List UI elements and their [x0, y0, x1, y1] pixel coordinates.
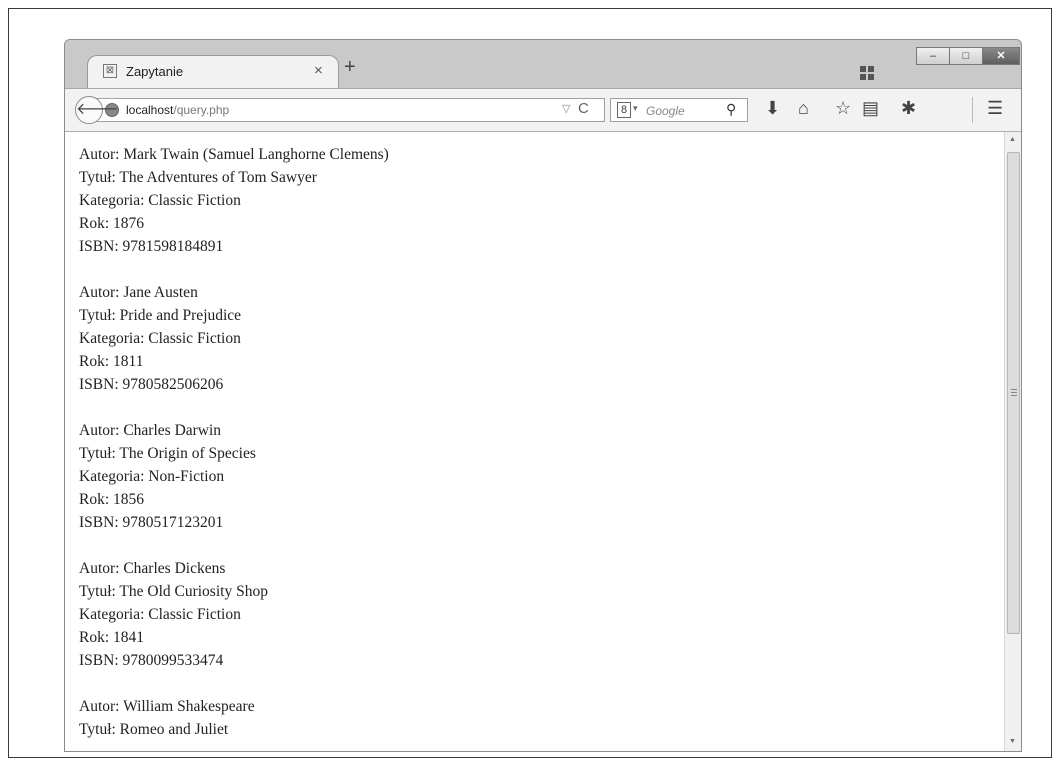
home-icon[interactable]: ⌂	[798, 98, 809, 119]
window-controls: ‒ □ ✕	[916, 47, 1020, 65]
minimize-button[interactable]: ‒	[916, 47, 950, 65]
scrollbar-thumb[interactable]	[1007, 152, 1020, 634]
book-isbn: ISBN: 9780582506206	[79, 376, 224, 393]
book-category: Kategoria: Classic Fiction	[79, 606, 241, 623]
search-icon[interactable]: ⚲	[726, 101, 736, 118]
google-icon[interactable]: 8	[617, 102, 631, 118]
download-icon[interactable]: ⬇	[765, 98, 780, 119]
book-author: Autor: Jane Austen	[79, 284, 198, 301]
menu-icon[interactable]: ☰	[987, 98, 1003, 119]
reload-icon[interactable]: C	[578, 100, 589, 117]
book-entry: Autor: Charles Darwin Tytuł: The Origin …	[79, 419, 389, 534]
tab-zapytanie[interactable]: ⊠ Zapytanie ×	[87, 55, 339, 89]
book-isbn: ISBN: 9781598184891	[79, 238, 224, 255]
book-category: Kategoria: Non-Fiction	[79, 468, 225, 485]
address-bar[interactable]: localhost/query.php ▽ C	[95, 98, 605, 122]
book-author: Autor: Mark Twain (Samuel Langhorne Clem…	[79, 146, 389, 163]
tab-strip: ⊠ Zapytanie × + ‒ □ ✕	[65, 40, 1021, 89]
maximize-button[interactable]: □	[949, 47, 983, 65]
book-author: Autor: William Shakespeare	[79, 698, 255, 715]
scroll-up-icon[interactable]: ▲	[1009, 136, 1016, 143]
book-category: Kategoria: Classic Fiction	[79, 330, 241, 347]
browser-window: ⊠ Zapytanie × + ‒ □ ✕ localhost/query.ph…	[64, 39, 1022, 752]
bookmark-star-icon[interactable]: ☆	[835, 98, 851, 119]
page-content: Autor: Mark Twain (Samuel Langhorne Clem…	[65, 132, 1004, 751]
url-host: localhost	[126, 103, 174, 117]
book-category: Kategoria: Classic Fiction	[79, 192, 241, 209]
book-entry: Autor: Jane Austen Tytuł: Pride and Prej…	[79, 281, 389, 396]
close-button[interactable]: ✕	[982, 47, 1020, 65]
engine-caret-icon[interactable]: ▾	[633, 103, 638, 114]
reading-list-icon[interactable]: ▤	[862, 98, 879, 119]
new-tab-button[interactable]: +	[344, 56, 356, 79]
vertical-scrollbar[interactable]: ▲ ▼	[1004, 132, 1021, 751]
book-entry: Autor: Mark Twain (Samuel Langhorne Clem…	[79, 143, 389, 258]
grip-icon	[1011, 389, 1017, 396]
tab-title: Zapytanie	[126, 64, 184, 79]
tab-groups-icon[interactable]	[860, 66, 874, 80]
url-history-dropdown-icon[interactable]: ▽	[562, 102, 570, 115]
book-title: Tytuł: Romeo and Juliet	[79, 721, 229, 738]
search-bar[interactable]: 8 ▾ ⚲	[610, 98, 748, 122]
book-author: Autor: Charles Darwin	[79, 422, 222, 439]
book-year: Rok: 1856	[79, 491, 145, 508]
book-title: Tytuł: The Old Curiosity Shop	[79, 583, 268, 600]
scroll-down-icon[interactable]: ▼	[1009, 738, 1016, 745]
url-text[interactable]: localhost/query.php	[126, 103, 229, 117]
book-isbn: ISBN: 9780517123201	[79, 514, 224, 531]
book-title: Tytuł: The Origin of Species	[79, 445, 256, 462]
back-arrow-icon[interactable]: 🡐	[75, 96, 119, 124]
page-frame: ⊠ Zapytanie × + ‒ □ ✕ localhost/query.ph…	[8, 8, 1052, 758]
search-input[interactable]	[644, 101, 724, 121]
tab-close-icon[interactable]: ×	[314, 62, 323, 79]
book-title: Tytuł: The Adventures of Tom Sawyer	[79, 169, 317, 186]
book-title: Tytuł: Pride and Prejudice	[79, 307, 242, 324]
book-entry: Autor: Charles Dickens Tytuł: The Old Cu…	[79, 557, 389, 672]
book-year: Rok: 1876	[79, 215, 145, 232]
book-year: Rok: 1811	[79, 353, 144, 370]
toolbar-separator	[972, 97, 973, 123]
book-entry: Autor: William Shakespeare Tytuł: Romeo …	[79, 695, 389, 741]
book-isbn: ISBN: 9780099533474	[79, 652, 224, 669]
book-author: Autor: Charles Dickens	[79, 560, 226, 577]
navigation-toolbar: localhost/query.php ▽ C 🡐 8 ▾ ⚲ ⬇ ⌂ ☆ ▤ …	[65, 88, 1021, 132]
book-year: Rok: 1841	[79, 629, 145, 646]
book-list: Autor: Mark Twain (Samuel Langhorne Clem…	[79, 143, 389, 751]
page-favicon-icon: ⊠	[103, 64, 117, 78]
url-path: /query.php	[173, 103, 230, 117]
addon-icon[interactable]: ✱	[901, 98, 916, 119]
